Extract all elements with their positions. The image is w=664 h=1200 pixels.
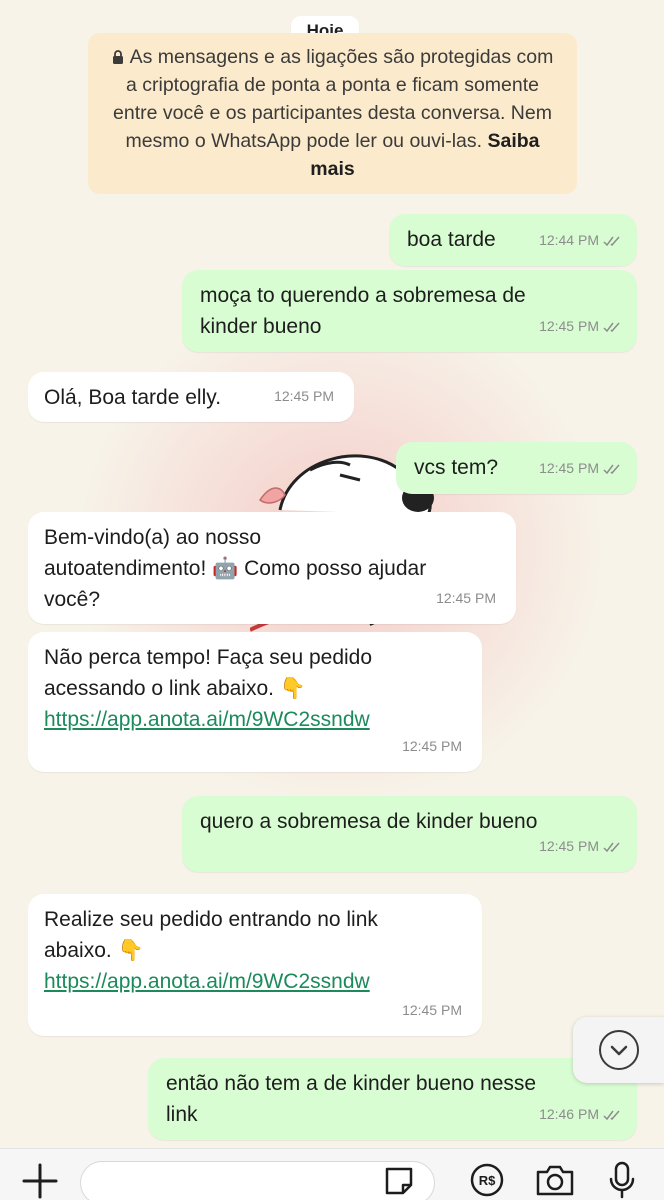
scroll-to-bottom-button[interactable]: [573, 1017, 664, 1083]
encryption-notice[interactable]: As mensagens e as ligações são protegida…: [88, 33, 577, 194]
message-text: Realize seu pedido entrando no link abai…: [44, 904, 378, 997]
message-time: 12:45 PM: [539, 318, 599, 334]
message-text: quero a sobremesa de kinder bueno: [200, 810, 538, 833]
microphone-icon[interactable]: [608, 1161, 636, 1199]
message-meta: 12:45 PM: [402, 731, 462, 762]
message-text: vcs tem?: [414, 456, 499, 479]
message-bubble-outgoing[interactable]: moça to querendo a sobremesa de kinder b…: [182, 270, 637, 352]
message-bubble-outgoing[interactable]: então não tem a de kinder bueno nesse li…: [148, 1058, 637, 1140]
message-bubble-incoming[interactable]: Realize seu pedido entrando no link abai…: [28, 894, 482, 1036]
message-meta: 12:46 PM: [539, 1099, 623, 1130]
read-receipt-icon: [603, 236, 620, 246]
message-time: 12:45 PM: [539, 838, 599, 854]
payment-symbol: R$: [479, 1173, 496, 1188]
read-receipt-icon: [603, 842, 620, 852]
message-time: 12:45 PM: [402, 1002, 462, 1018]
message-time: 12:44 PM: [539, 232, 599, 248]
message-text: Olá, Boa tarde elly.: [44, 386, 222, 409]
composer-bar: R$: [0, 1148, 664, 1200]
message-bubble-outgoing[interactable]: quero a sobremesa de kinder bueno 12:45 …: [182, 796, 637, 872]
message-text: Não perca tempo! Faça seu pedido acessan…: [44, 642, 372, 735]
message-meta: 12:45 PM: [539, 311, 623, 342]
message-text: boa tarde: [407, 228, 496, 251]
message-meta: 12:45 PM: [274, 381, 334, 412]
message-meta: 12:44 PM: [539, 225, 623, 256]
message-meta: 12:45 PM: [539, 831, 623, 862]
payment-icon[interactable]: R$: [470, 1163, 504, 1197]
message-time: 12:45 PM: [274, 388, 334, 404]
message-meta: 12:45 PM: [539, 453, 623, 484]
message-text: então não tem a de kinder bueno nesse li…: [166, 1072, 537, 1126]
message-bubble-incoming[interactable]: Olá, Boa tarde elly. 12:45 PM: [28, 372, 354, 422]
plus-icon[interactable]: [22, 1163, 58, 1199]
message-bubble-outgoing[interactable]: boa tarde 12:44 PM: [389, 214, 637, 266]
message-time: 12:46 PM: [539, 1106, 599, 1122]
message-bubble-incoming[interactable]: Bem-vindo(a) ao nosso autoatendimento! 🤖…: [28, 512, 516, 624]
message-time: 12:45 PM: [539, 460, 599, 476]
sticker-icon[interactable]: [383, 1165, 415, 1197]
message-text: Bem-vindo(a) ao nosso autoatendimento! 🤖…: [44, 526, 427, 611]
order-link[interactable]: https://app.anota.ai/m/9WC2ssndw: [44, 966, 378, 997]
message-bubble-incoming[interactable]: Não perca tempo! Faça seu pedido acessan…: [28, 632, 482, 772]
message-text: moça to querendo a sobremesa de kinder b…: [200, 284, 526, 338]
read-receipt-icon: [603, 1110, 620, 1120]
message-time: 12:45 PM: [402, 738, 462, 754]
read-receipt-icon: [603, 464, 620, 474]
read-receipt-icon: [603, 322, 620, 332]
message-meta: 12:45 PM: [402, 995, 462, 1026]
lock-icon: [112, 50, 123, 64]
message-meta: 12:45 PM: [436, 583, 496, 614]
chevron-down-icon: [598, 1030, 639, 1070]
message-bubble-outgoing[interactable]: vcs tem? 12:45 PM: [396, 442, 637, 494]
message-input[interactable]: [80, 1161, 435, 1200]
order-link[interactable]: https://app.anota.ai/m/9WC2ssndw: [44, 704, 372, 735]
message-time: 12:45 PM: [436, 590, 496, 606]
camera-icon[interactable]: [535, 1163, 575, 1197]
